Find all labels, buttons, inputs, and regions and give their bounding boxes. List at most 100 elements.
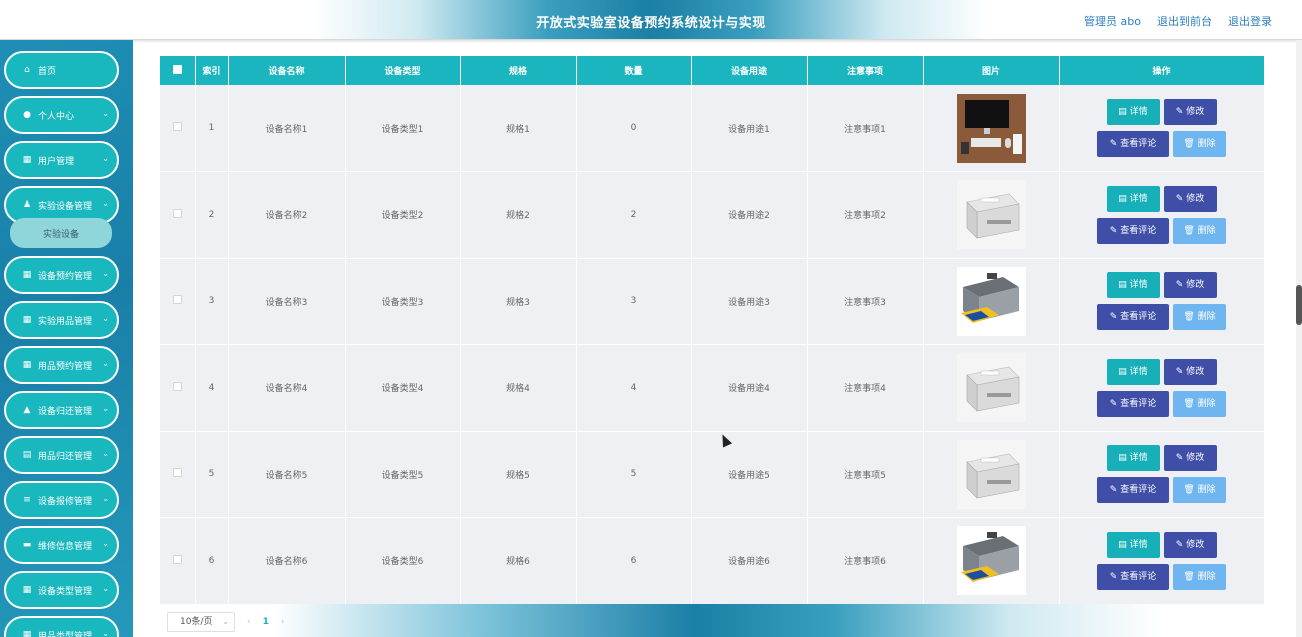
chevron-down-icon: ⌄ <box>102 314 109 323</box>
sidebar-item[interactable]: ▦ 用品预约管理 ⌄ <box>4 346 119 384</box>
row-checkbox[interactable] <box>172 468 182 478</box>
grid-icon: ▦ <box>22 360 32 370</box>
trash-icon: 🗑 <box>1183 225 1198 236</box>
view-reviews-button[interactable]: ✎ 查看评论 <box>1097 131 1169 157</box>
chevron-down-icon: ⌄ <box>102 629 109 637</box>
chevron-down-icon: ⌄ <box>102 539 109 548</box>
view-reviews-button[interactable]: ✎ 查看评论 <box>1097 217 1169 244</box>
actions-cell: ▤ 详情 ✎ 修改 ✎ 查看评论 🗑 删除 <box>1059 431 1265 518</box>
submenu-item-lab-equipment[interactable]: 实验设备 <box>10 218 112 248</box>
delete-button[interactable]: 🗑 删除 <box>1173 131 1226 157</box>
delete-button[interactable]: 🗑 删除 <box>1173 304 1226 331</box>
table-header-row: 索引 设备名称 设备类型 规格 数量 设备用途 注意事项 图片 操作 <box>160 56 1265 85</box>
chevron-down-icon: ⌄ <box>102 199 109 208</box>
logout-link[interactable]: 退出登录 <box>1228 13 1272 29</box>
column-header: 索引 <box>195 56 229 85</box>
prev-page-icon[interactable]: ‹ <box>247 617 251 627</box>
sidebar-item[interactable]: ▦ 设备预约管理 ⌄ <box>4 256 119 294</box>
detail-button[interactable]: ▤ 详情 <box>1106 272 1160 299</box>
sidebar-item[interactable]: ▤ 用品归还管理 ⌄ <box>4 436 119 474</box>
sidebar-item[interactable]: ▦ 设备类型管理 ⌄ <box>4 571 119 609</box>
edit-button[interactable]: ✎ 修改 <box>1163 531 1217 558</box>
thumb-icon: ▲ <box>23 405 31 415</box>
user-icon: ● <box>23 110 31 120</box>
page-size-select[interactable]: 10条/页 ⌄ <box>167 612 235 632</box>
delete-button[interactable]: 🗑 删除 <box>1173 217 1226 244</box>
edit-button-label: 修改 <box>1186 453 1205 464</box>
sidebar-item[interactable]: ▬ 维修信息管理 ⌄ <box>4 526 119 564</box>
grid-icon: ▦ <box>22 630 32 637</box>
row-checkbox[interactable] <box>172 554 182 564</box>
next-page-icon[interactable]: › <box>281 617 285 627</box>
pencil-icon: ✎ <box>1109 225 1121 236</box>
detail-button-label: 详情 <box>1129 107 1148 117</box>
sidebar-item[interactable]: ⌂ 首页 <box>4 51 119 89</box>
edit-button[interactable]: ✎ 修改 <box>1163 445 1217 472</box>
sidebar-item[interactable]: ▲ 设备归还管理 ⌄ <box>4 391 119 429</box>
device-image[interactable] <box>956 180 1026 250</box>
back-to-frontend-link[interactable]: 退出到前台 <box>1157 13 1212 29</box>
edit-button[interactable]: ✎ 修改 <box>1163 99 1217 125</box>
trash-icon: 🗑 <box>1183 571 1198 582</box>
device-image[interactable] <box>956 353 1026 423</box>
index-cell: 2 <box>195 171 229 259</box>
trash-icon: 🗑 <box>1183 312 1198 323</box>
sidebar-item-label: 设备预约管理 <box>38 271 93 282</box>
actions-cell: ▤ 详情 ✎ 修改 ✎ 查看评论 🗑 删除 <box>1059 85 1265 172</box>
detail-button[interactable]: ▤ 详情 <box>1106 445 1160 472</box>
current-page-number[interactable]: 1 <box>263 617 269 627</box>
device-table-wrapper: 索引 设备名称 设备类型 规格 数量 设备用途 注意事项 图片 操作 1 设备名称… <box>160 56 1265 605</box>
chevron-down-icon: ⌄ <box>222 617 229 626</box>
device-image[interactable] <box>956 266 1026 336</box>
grid-icon: ▦ <box>22 585 32 595</box>
detail-button[interactable]: ▤ 详情 <box>1106 185 1160 212</box>
sidebar-item[interactable]: ≡ 设备报修管理 ⌄ <box>4 481 119 519</box>
detail-button[interactable]: ▤ 详情 <box>1106 358 1160 385</box>
chevron-down-icon: ⌄ <box>102 494 109 503</box>
view-reviews-button[interactable]: ✎ 查看评论 <box>1097 563 1169 590</box>
sidebar-item-label: 首页 <box>38 66 57 77</box>
edit-button[interactable]: ✎ 修改 <box>1163 185 1217 212</box>
notes-cell: 注意事项3 <box>807 258 924 345</box>
sidebar-item[interactable]: ● 个人中心 ⌄ <box>4 96 119 134</box>
scrollbar-thumb[interactable] <box>1296 285 1302 325</box>
view-reviews-button[interactable]: ✎ 查看评论 <box>1097 477 1169 504</box>
select-all-header[interactable] <box>160 56 196 85</box>
sidebar-item-label: 个人中心 <box>38 111 75 122</box>
row-checkbox[interactable] <box>172 208 182 218</box>
column-header: 设备类型 <box>345 56 461 85</box>
row-checkbox[interactable] <box>172 295 182 305</box>
document-icon: ▤ <box>1118 453 1130 464</box>
page-scrollbar[interactable] <box>1296 40 1302 637</box>
select-all-checkbox[interactable] <box>172 64 182 74</box>
delete-button[interactable]: 🗑 删除 <box>1173 477 1226 504</box>
detail-button[interactable]: ▤ 详情 <box>1106 531 1160 558</box>
admin-user-link[interactable]: 管理员 abo <box>1084 13 1141 29</box>
sidebar-item[interactable]: ▦ 实验用品管理 ⌄ <box>4 301 119 339</box>
column-header: 设备用途 <box>691 56 808 85</box>
device-image[interactable] <box>956 439 1026 509</box>
device-image[interactable] <box>956 526 1026 596</box>
row-checkbox[interactable] <box>172 381 182 391</box>
sidebar-item[interactable]: ▦ 用户管理 ⌄ <box>4 141 119 179</box>
device-image[interactable] <box>956 93 1026 163</box>
watermark: CSDN @sheji298 <box>1187 613 1288 627</box>
view-reviews-button[interactable]: ✎ 查看评论 <box>1097 304 1169 331</box>
edit-button[interactable]: ✎ 修改 <box>1163 358 1217 385</box>
delete-button[interactable]: 🗑 删除 <box>1173 390 1226 417</box>
sidebar-item[interactable]: ▦ 用品类型管理 ⌄ <box>4 616 119 637</box>
chevron-down-icon: ⌄ <box>102 109 109 118</box>
detail-button-label: 详情 <box>1129 539 1148 550</box>
view-reviews-button[interactable]: ✎ 查看评论 <box>1097 390 1169 417</box>
view-reviews-button-label: 查看评论 <box>1120 312 1157 323</box>
spec-cell: 规格1 <box>460 85 577 172</box>
top-header: 开放式实验室设备预约系统设计与实现 管理员 abo 退出到前台 退出登录 <box>0 0 1302 40</box>
chevron-down-icon: ⌄ <box>102 359 109 368</box>
edit-button[interactable]: ✎ 修改 <box>1163 272 1217 299</box>
edit-button-label: 修改 <box>1186 539 1205 550</box>
row-checkbox[interactable] <box>172 122 182 131</box>
delete-button[interactable]: 🗑 删除 <box>1173 563 1226 590</box>
table-row: 3 设备名称3 设备类型3 规格3 3 设备用途3 注意事项3 ▤ 详情 ✎ 修改 ✎ 查看评论 🗑… <box>160 258 1265 345</box>
sidebar: ⌂ 首页 ● 个人中心 ⌄ ▦ 用户管理 ⌄ ♟ 实验设备管理 ⌄ ▦ 设备预约管理 ⌄ ▦ 实验用品管理 ⌄ ▦… <box>0 40 133 637</box>
detail-button[interactable]: ▤ 详情 <box>1106 99 1160 125</box>
